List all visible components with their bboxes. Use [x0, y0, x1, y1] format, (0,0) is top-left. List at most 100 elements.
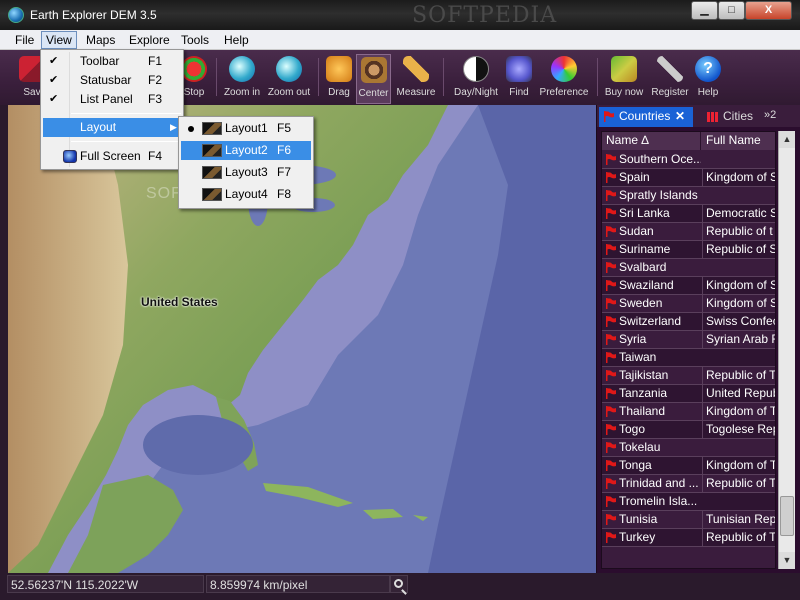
close-button[interactable]: X: [745, 1, 792, 20]
list-item[interactable]: Turkey Republic of T: [602, 529, 775, 547]
country-name: Spratly Islands: [619, 188, 698, 202]
zoom-out-button[interactable]: Zoom out: [265, 54, 313, 104]
close-tab-icon[interactable]: ✕: [675, 107, 685, 126]
tab-cities[interactable]: Cities: [703, 107, 763, 127]
zoom-in-button[interactable]: Zoom in: [221, 54, 263, 104]
list-item[interactable]: Svalbard: [602, 259, 775, 277]
preference-icon: [551, 56, 577, 82]
country-full-name: Kingdom of T: [702, 457, 775, 474]
toolbar-separator: [443, 58, 444, 96]
status-tool[interactable]: [390, 575, 408, 593]
maximize-button[interactable]: □: [718, 1, 745, 20]
center-button[interactable]: Center: [356, 54, 391, 104]
country-name: Tanzania: [619, 386, 668, 400]
vertical-scrollbar[interactable]: ▲ ▼: [778, 131, 795, 569]
buy-icon: [611, 56, 637, 82]
list-item[interactable]: Tanzania United Repub: [602, 385, 775, 403]
list-item[interactable]: Spain Kingdom of S: [602, 169, 775, 187]
country-name: Tajikistan: [619, 368, 669, 382]
column-header-full-name[interactable]: Full Name: [702, 132, 775, 150]
menu-item-layout[interactable]: Layout ▶: [43, 118, 181, 137]
check-icon: ✔: [49, 55, 59, 67]
list-item[interactable]: Tokelau: [602, 439, 775, 457]
toolbar-separator: [216, 58, 217, 96]
drag-button[interactable]: Drag: [324, 54, 354, 104]
tab-countries[interactable]: Countries ✕: [599, 107, 693, 127]
city-bars-icon: [707, 112, 719, 122]
preference-button[interactable]: Preference: [536, 54, 592, 104]
country-name: Sweden: [619, 296, 663, 310]
country-name: Svalbard: [619, 260, 667, 274]
country-name: Trinidad and ...: [619, 476, 699, 490]
status-scale: 8.859974 km/pixel: [206, 575, 390, 593]
country-name: Tunisia: [619, 512, 658, 526]
menu-item-full-screen[interactable]: Full Screen F4: [43, 147, 181, 166]
menu-help[interactable]: Help: [220, 31, 253, 49]
country-full-name: Togolese Rep: [702, 421, 775, 438]
flag-icon: [606, 334, 616, 345]
status-bar: 52.56237'N 115.2022'W 8.859974 km/pixel: [0, 573, 800, 600]
country-full-name: Kingdom of S: [702, 295, 775, 312]
measure-button[interactable]: Measure: [394, 54, 438, 104]
globe-icon: [8, 7, 24, 23]
column-header-name[interactable]: Name ∆: [602, 132, 701, 150]
register-button[interactable]: Register: [648, 54, 692, 104]
country-list: Name ∆ Full Name Southern Oce... Spain Kin…: [601, 131, 776, 569]
day-night-button[interactable]: Day/Night: [450, 54, 502, 104]
menu-item-statusbar[interactable]: ✔ Statusbar F2: [43, 71, 181, 90]
list-item[interactable]: Tunisia Tunisian Rep: [602, 511, 775, 529]
list-item[interactable]: Swaziland Kingdom of S: [602, 277, 775, 295]
list-rows: Southern Oce... Spain Kingdom of S Spratly …: [602, 151, 775, 547]
list-item[interactable]: Syria Syrian Arab R: [602, 331, 775, 349]
find-button[interactable]: Find: [505, 54, 533, 104]
menu-item-layout2[interactable]: Layout2 F6: [181, 141, 311, 160]
help-button[interactable]: ? Help: [694, 54, 722, 104]
list-item[interactable]: Tonga Kingdom of T: [602, 457, 775, 475]
menu-tools[interactable]: Tools: [177, 31, 213, 49]
menu-item-layout4[interactable]: Layout4 F8: [181, 185, 311, 204]
list-item[interactable]: Thailand Kingdom of T: [602, 403, 775, 421]
list-item[interactable]: Switzerland Swiss Confec: [602, 313, 775, 331]
menu-item-layout1[interactable]: Layout1 F5: [181, 119, 311, 138]
list-item[interactable]: Taiwan: [602, 349, 775, 367]
list-item[interactable]: Suriname Republic of S: [602, 241, 775, 259]
tab-overflow-button[interactable]: »2: [764, 109, 776, 121]
list-item[interactable]: Sudan Republic of t: [602, 223, 775, 241]
check-icon: ✔: [49, 93, 59, 105]
minimize-button[interactable]: ▁: [691, 1, 718, 20]
key-icon: [657, 56, 683, 82]
scroll-thumb[interactable]: [780, 496, 794, 536]
list-item[interactable]: Spratly Islands: [602, 187, 775, 205]
list-item[interactable]: Sweden Kingdom of S: [602, 295, 775, 313]
country-name: Turkey: [619, 530, 656, 544]
menu-item-list-panel[interactable]: ✔ List Panel F3: [43, 90, 181, 109]
list-item[interactable]: Southern Oce...: [602, 151, 775, 169]
menu-item-layout3[interactable]: Layout3 F7: [181, 163, 311, 182]
list-item[interactable]: Trinidad and ... Republic of T: [602, 475, 775, 493]
layout-submenu: Layout1 F5 Layout2 F6 Layout3 F7 Layout4…: [178, 116, 314, 209]
flag-icon: [606, 460, 616, 471]
list-item[interactable]: Tajikistan Republic of T: [602, 367, 775, 385]
buy-now-button[interactable]: Buy now: [602, 54, 646, 104]
menu-file[interactable]: File: [11, 31, 38, 49]
country-name: Tokelau: [619, 440, 661, 454]
list-item[interactable]: Tromelin Isla...: [602, 493, 775, 511]
menu-item-toolbar[interactable]: ✔ Toolbar F1: [43, 52, 181, 71]
scroll-up-arrow[interactable]: ▲: [779, 131, 795, 148]
menu-explore[interactable]: Explore: [125, 31, 174, 49]
map-label-united-states: United States: [141, 295, 218, 309]
softpedia-watermark: SOFTPEDIA: [412, 3, 558, 28]
layout-thumbnail-icon: [202, 122, 222, 135]
list-item[interactable]: Togo Togolese Rep: [602, 421, 775, 439]
full-screen-icon: [63, 150, 77, 163]
panel-tabs: Countries ✕ Cities »2: [597, 105, 800, 127]
list-item[interactable]: Sri Lanka Democratic S: [602, 205, 775, 223]
country-full-name: Tunisian Rep: [702, 511, 775, 528]
country-name: Switzerland: [619, 314, 682, 328]
status-empty: [408, 575, 800, 593]
menu-view[interactable]: View: [41, 31, 77, 49]
scroll-down-arrow[interactable]: ▼: [779, 552, 795, 569]
layout-thumbnail-icon: [202, 166, 222, 179]
menu-maps[interactable]: Maps: [82, 31, 119, 49]
flag-icon: [606, 226, 616, 237]
